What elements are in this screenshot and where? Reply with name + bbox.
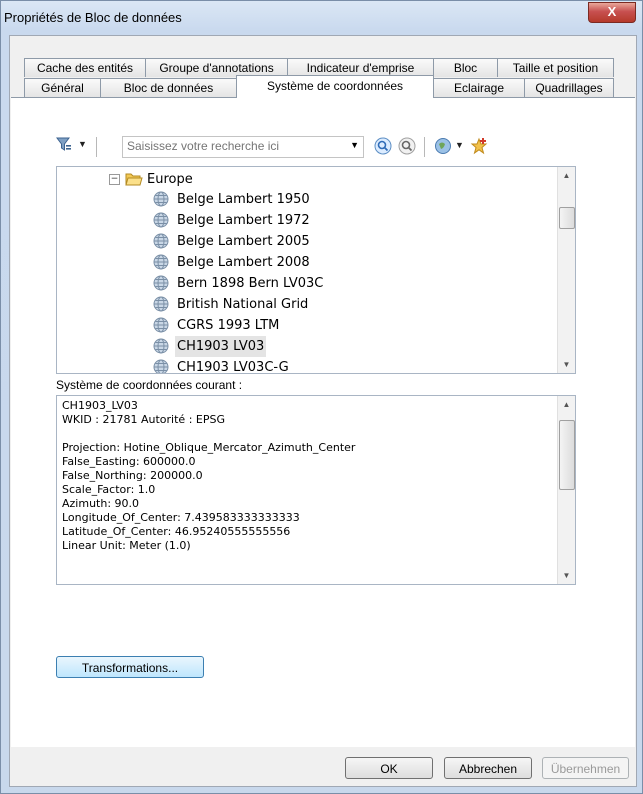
cs-detail-line: False_Northing: 200000.0	[62, 469, 203, 482]
cs-detail-line: Scale_Factor: 1.0	[62, 483, 156, 496]
search-input[interactable]	[127, 138, 337, 154]
globe-icon	[153, 338, 169, 354]
globe-icon	[153, 254, 169, 270]
dialog-client: Cache des entités Groupe d'annotations I…	[9, 35, 637, 787]
tree-folder-label: Europe	[147, 172, 193, 187]
globe-icon	[153, 191, 169, 207]
folder-open-icon	[125, 173, 143, 186]
coordinate-system-tree[interactable]: − Europe Belge Lambert 1950 Belge Lambert…	[56, 166, 576, 374]
tree-item-label: CGRS 1993 LTM	[177, 318, 280, 333]
tab-systeme-coordonnees[interactable]: Système de coordonnées	[236, 75, 434, 98]
clear-search-icon[interactable]	[398, 137, 416, 155]
filter-icon	[56, 137, 71, 151]
tree-item-label: Belge Lambert 1950	[177, 192, 310, 207]
cs-detail-lines: CH1903_LV03 WKID : 21781 Autorité : EPSG P…	[62, 399, 355, 553]
globe-icon	[153, 233, 169, 249]
filter-button[interactable]	[56, 136, 72, 155]
dialog-footer: OK Abbrechen Übernehmen	[11, 747, 635, 785]
details-scrollbar[interactable]: ▲ ▼	[557, 396, 575, 584]
details-scroll-thumb[interactable]	[559, 420, 575, 490]
tree-item-label: Belge Lambert 1972	[177, 213, 310, 228]
cs-detail-line: Projection: Hotine_Oblique_Mercator_Azim…	[62, 441, 356, 454]
tree-item-label: Belge Lambert 2008	[177, 255, 310, 270]
transformations-button[interactable]: Transformations...	[56, 656, 204, 678]
tab-row-bottom: Général Bloc de données Système de coord…	[24, 75, 630, 98]
close-button[interactable]: X	[588, 2, 636, 23]
apply-button[interactable]: Übernehmen	[542, 757, 629, 779]
cancel-button[interactable]: Abbrechen	[444, 757, 532, 779]
cs-detail-line: WKID : 21781 Autorité : EPSG	[62, 413, 225, 426]
tree-item-label: British National Grid	[177, 297, 309, 312]
scroll-down-icon[interactable]: ▼	[558, 356, 575, 373]
globe-icon	[153, 359, 169, 373]
cs-detail-line: Linear Unit: Meter (1.0)	[62, 539, 191, 552]
scroll-thumb[interactable]	[559, 207, 575, 229]
cs-detail-line: False_Easting: 600000.0	[62, 455, 196, 468]
tree-item-label: Bern 1898 Bern LV03C	[177, 276, 324, 291]
window-title: Propriétés de Bloc de données	[4, 10, 182, 25]
tree-scrollbar[interactable]: ▲ ▼	[557, 167, 575, 373]
favorite-star-icon[interactable]	[470, 137, 488, 155]
globe-icon	[153, 275, 169, 291]
globe-add-icon[interactable]	[434, 137, 452, 155]
filter-dropdown-icon[interactable]: ▼	[78, 139, 87, 149]
cs-detail-line: Azimuth: 90.0	[62, 497, 140, 510]
search-field[interactable]: ▼	[122, 136, 364, 158]
globe-icon	[153, 317, 169, 333]
tab-cache-entites[interactable]: Cache des entités	[24, 58, 146, 77]
details-scroll-up-icon[interactable]: ▲	[558, 396, 575, 413]
search-icon[interactable]	[374, 137, 392, 155]
details-scroll-down-icon[interactable]: ▼	[558, 567, 575, 584]
dialog-window: Propriétés de Bloc de données X Cache de…	[0, 0, 643, 794]
tab-bloc[interactable]: Bloc	[433, 58, 498, 77]
tree-item-label: CH1903 LV03C-G	[177, 360, 289, 374]
toolbar-separator	[96, 137, 97, 157]
toolbar-separator-2	[424, 137, 425, 157]
tree-item-label: CH1903 LV03	[175, 336, 267, 357]
title-bar[interactable]: Propriétés de Bloc de données X	[1, 1, 642, 35]
collapse-icon[interactable]: −	[109, 174, 120, 185]
tab-eclairage[interactable]: Eclairage	[433, 78, 525, 97]
tab-taille-position[interactable]: Taille et position	[497, 58, 614, 77]
cs-detail-line	[62, 427, 355, 441]
globe-dropdown-icon[interactable]: ▼	[455, 140, 464, 150]
cs-detail-line: Longitude_Of_Center: 7.439583333333333	[62, 511, 300, 524]
tab-quadrillages[interactable]: Quadrillages	[524, 78, 614, 97]
current-cs-label: Système de coordonnées courant :	[56, 378, 243, 392]
cs-detail-line: CH1903_LV03	[62, 399, 138, 412]
tree-item-label: Belge Lambert 2005	[177, 234, 310, 249]
cs-detail-line: Latitude_Of_Center: 46.95240555555556	[62, 525, 291, 538]
globe-icon	[153, 212, 169, 228]
tab-bloc-donnees[interactable]: Bloc de données	[100, 78, 237, 97]
scroll-up-icon[interactable]: ▲	[558, 167, 575, 184]
current-cs-details[interactable]: CH1903_LV03 WKID : 21781 Autorité : EPSG P…	[56, 395, 576, 585]
tab-general[interactable]: Général	[24, 78, 101, 97]
search-dropdown-icon[interactable]: ▼	[350, 140, 359, 150]
globe-icon	[153, 296, 169, 312]
ok-button[interactable]: OK	[345, 757, 433, 779]
